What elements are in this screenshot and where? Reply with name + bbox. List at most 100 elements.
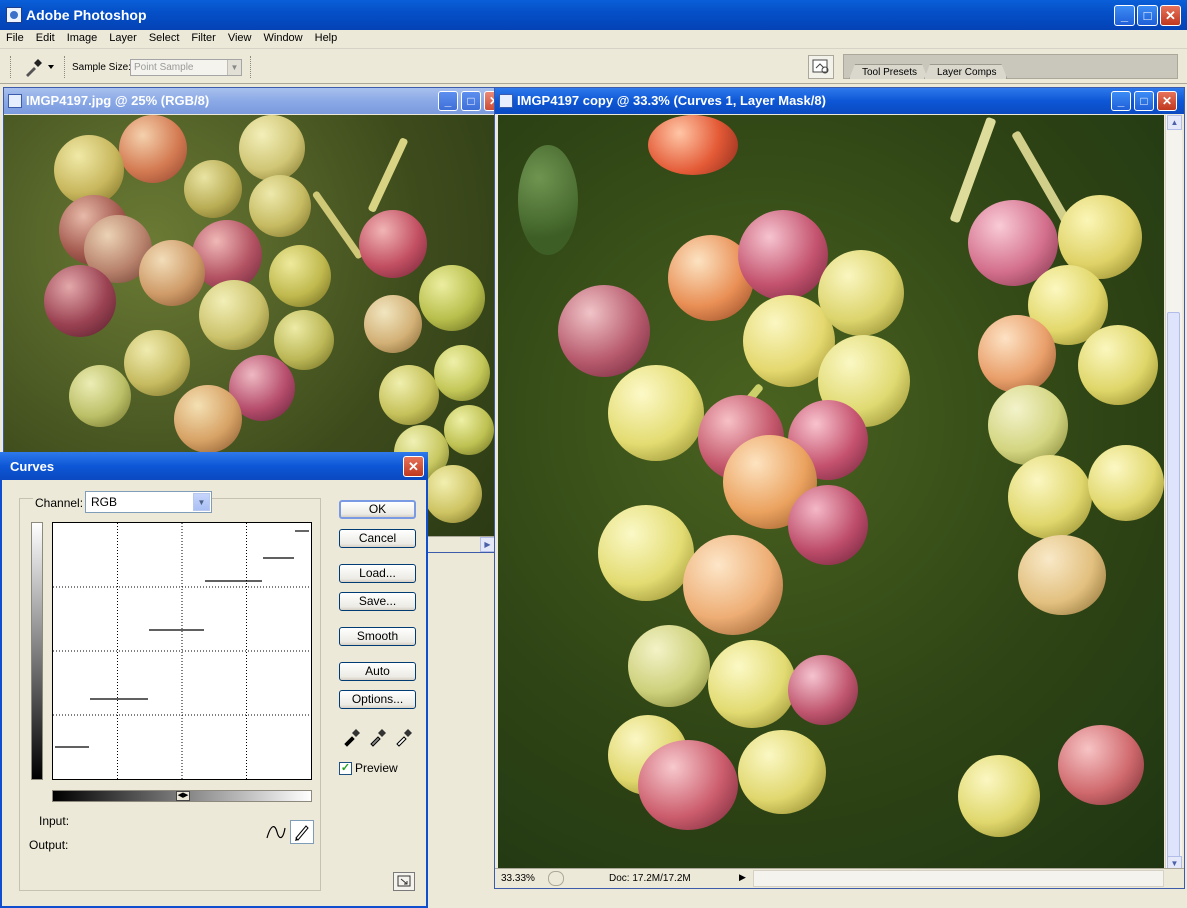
preview-checkbox[interactable]: ✓ — [339, 762, 352, 775]
photoshop-app-icon — [6, 7, 22, 23]
grape — [269, 245, 331, 307]
doc-size: Doc: 17.2M/17.2M — [609, 873, 691, 884]
document-title: IMGP4197 copy @ 33.3% (Curves 1, Layer M… — [517, 93, 826, 108]
menu-help[interactable]: Help — [309, 30, 344, 44]
grape — [444, 405, 494, 455]
file-browser-button[interactable] — [808, 55, 834, 79]
grape — [628, 625, 710, 707]
close-button[interactable]: ✕ — [403, 456, 424, 477]
cancel-button[interactable]: Cancel — [339, 529, 416, 548]
grape — [184, 160, 242, 218]
output-label: Output: — [29, 838, 69, 852]
document-title-bar[interactable]: IMGP4197 copy @ 33.3% (Curves 1, Layer M… — [495, 88, 1184, 114]
channel-value: RGB — [91, 495, 118, 509]
grape — [249, 175, 311, 237]
maximize-button[interactable]: □ — [1134, 91, 1154, 111]
grape — [683, 535, 783, 635]
document-title-bar[interactable]: IMGP4197.jpg @ 25% (RGB/8) _ □ ✕ — [4, 88, 504, 114]
leaf — [518, 145, 578, 255]
grape — [119, 115, 187, 183]
options-bar-grip[interactable] — [10, 56, 13, 78]
sample-size-select[interactable]: Point Sample ▼ — [130, 59, 242, 76]
menu-file[interactable]: File — [0, 30, 30, 44]
grape — [359, 210, 427, 278]
grape — [738, 210, 828, 300]
curves-graph[interactable] — [52, 522, 312, 780]
scrollbar-thumb[interactable] — [1167, 312, 1180, 860]
document-window-copy: IMGP4197 copy @ 33.3% (Curves 1, Layer M… — [494, 87, 1185, 889]
tab-tool-presets[interactable]: Tool Presets — [849, 64, 928, 79]
sample-size-value: Point Sample — [134, 62, 194, 73]
image-canvas[interactable] — [498, 115, 1164, 871]
expand-dialog-icon[interactable] — [393, 872, 415, 891]
close-button[interactable]: ✕ — [1157, 91, 1177, 111]
app-title: Adobe Photoshop — [26, 7, 147, 23]
minimize-button[interactable]: _ — [1114, 5, 1135, 26]
load-button[interactable]: Load... — [339, 564, 416, 583]
menu-layer[interactable]: Layer — [103, 30, 143, 44]
maximize-button[interactable]: □ — [1137, 5, 1158, 26]
channel-select[interactable]: RGB ▼ — [85, 491, 212, 513]
pencil-tool-icon[interactable] — [290, 820, 314, 844]
menu-filter[interactable]: Filter — [185, 30, 221, 44]
grape — [1018, 535, 1106, 615]
palette-well: Tool Presets Layer Comps — [843, 54, 1178, 79]
options-button[interactable]: Options... — [339, 690, 416, 709]
save-button[interactable]: Save... — [339, 592, 416, 611]
grape — [738, 730, 826, 814]
minimize-button[interactable]: _ — [438, 91, 458, 111]
status-menu-arrow-icon[interactable]: ▶ — [739, 872, 746, 883]
stem — [311, 190, 364, 260]
eyedropper-tool-icon[interactable] — [22, 57, 54, 77]
grape — [638, 740, 738, 830]
grape — [1008, 455, 1092, 539]
preview-label: Preview — [355, 761, 398, 775]
curves-dialog: Curves ✕ Channel: RGB ▼ ◀▶ Input: Output… — [0, 452, 428, 908]
grape — [239, 115, 305, 181]
vertical-scrollbar[interactable]: ▲ ▼ — [1165, 115, 1182, 871]
black-eyedropper-icon[interactable] — [342, 727, 362, 747]
auto-button[interactable]: Auto — [339, 662, 416, 681]
grape — [139, 240, 205, 306]
gray-eyedropper-icon[interactable] — [368, 727, 388, 747]
scroll-right-arrow-icon[interactable]: ▶ — [480, 537, 495, 552]
close-button[interactable]: ✕ — [1160, 5, 1181, 26]
grape — [788, 655, 858, 725]
menu-window[interactable]: Window — [258, 30, 309, 44]
menu-view[interactable]: View — [222, 30, 258, 44]
dialog-title: Curves — [10, 459, 55, 474]
menu-select[interactable]: Select — [143, 30, 186, 44]
status-info-icon[interactable] — [548, 871, 564, 886]
menu-edit[interactable]: Edit — [30, 30, 61, 44]
tab-layer-comps[interactable]: Layer Comps — [924, 64, 1007, 79]
white-eyedropper-icon[interactable] — [394, 727, 414, 747]
grape — [199, 280, 269, 350]
gradient-toggle-icon[interactable]: ◀▶ — [176, 791, 190, 801]
minimize-button[interactable]: _ — [1111, 91, 1131, 111]
grape — [788, 485, 868, 565]
dialog-title-bar[interactable]: Curves ✕ — [0, 452, 428, 480]
ok-button[interactable]: OK — [339, 500, 416, 519]
grape — [69, 365, 131, 427]
grape — [958, 755, 1040, 837]
zoom-level[interactable]: 33.33% — [501, 873, 535, 884]
document-icon — [8, 94, 22, 108]
maximize-button[interactable]: □ — [461, 91, 481, 111]
grape — [1088, 445, 1164, 521]
horizontal-scrollbar[interactable] — [753, 870, 1164, 887]
chevron-down-icon: ▼ — [193, 493, 210, 511]
smooth-button[interactable]: Smooth — [339, 627, 416, 646]
scroll-up-arrow-icon[interactable]: ▲ — [1167, 115, 1182, 130]
menu-image[interactable]: Image — [61, 30, 104, 44]
grape — [598, 505, 694, 601]
grape — [364, 295, 422, 353]
grape — [818, 250, 904, 336]
grape — [274, 310, 334, 370]
input-label: Input: — [39, 814, 70, 828]
curve-tool-icon[interactable] — [265, 822, 287, 844]
grape — [434, 345, 490, 401]
grape — [424, 465, 482, 523]
document-title: IMGP4197.jpg @ 25% (RGB/8) — [26, 93, 210, 108]
grape — [419, 265, 485, 331]
grape — [1058, 725, 1144, 805]
